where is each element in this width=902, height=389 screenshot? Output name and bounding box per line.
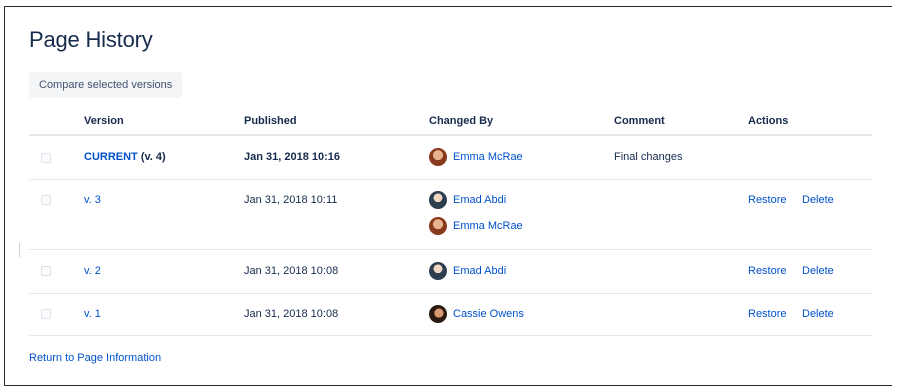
header-published: Published [244, 115, 297, 127]
version-link[interactable]: v. 3 [84, 194, 101, 206]
avatar [429, 262, 447, 280]
table-header-row: Version Published Changed By Comment Act… [29, 104, 872, 136]
user-name[interactable]: Cassie Owens [453, 308, 524, 320]
changed-by-user[interactable]: Emad Abdi [429, 190, 506, 210]
delete-link[interactable]: Delete [802, 194, 834, 206]
published-date: Jan 31, 2018 10:16 [244, 151, 341, 163]
avatar [429, 148, 447, 166]
published-date: Jan 31, 2018 10:08 [244, 308, 339, 320]
row-select-checkbox[interactable] [41, 195, 51, 205]
header-version: Version [84, 115, 124, 127]
table-row: v. 2 Jan 31, 2018 10:08 Emad Abdi Restor… [29, 250, 872, 294]
table-row: v. 3 Jan 31, 2018 10:11 Emad Abdi Emma M… [29, 180, 872, 250]
page-history-table: Version Published Changed By Comment Act… [29, 104, 872, 336]
edge-marker [19, 243, 20, 257]
row-select-checkbox[interactable] [41, 309, 51, 319]
return-to-page-information-link[interactable]: Return to Page Information [29, 352, 161, 364]
current-version-link[interactable]: CURRENT [84, 151, 138, 163]
comment-text: Final changes [614, 151, 683, 163]
changed-by-user[interactable]: Cassie Owens [429, 304, 524, 324]
compare-selected-versions-button[interactable]: Compare selected versions [29, 72, 183, 98]
table-row: v. 1 Jan 31, 2018 10:08 Cassie Owens Res… [29, 294, 872, 336]
header-actions: Actions [748, 115, 789, 127]
changed-by-user[interactable]: Emma McRae [429, 216, 523, 236]
restore-link[interactable]: Restore [748, 308, 787, 320]
page-title: Page History [29, 27, 153, 52]
version-link[interactable]: v. 1 [84, 308, 101, 320]
avatar [429, 191, 447, 209]
delete-link[interactable]: Delete [802, 265, 834, 277]
row-select-checkbox[interactable] [41, 266, 51, 276]
restore-link[interactable]: Restore [748, 194, 787, 206]
avatar [429, 305, 447, 323]
version-number: (v. 4) [140, 151, 166, 163]
user-name[interactable]: Emad Abdi [453, 265, 506, 277]
restore-link[interactable]: Restore [748, 265, 787, 277]
header-changed-by: Changed By [429, 115, 494, 127]
row-select-checkbox[interactable] [41, 153, 51, 163]
header-comment: Comment [614, 115, 665, 127]
changed-by-user[interactable]: Emma McRae [429, 147, 523, 167]
published-date: Jan 31, 2018 10:11 [244, 194, 338, 206]
table-row: CURRENT (v. 4) Jan 31, 2018 10:16 Emma M… [29, 136, 872, 180]
user-name[interactable]: Emma McRae [453, 151, 523, 163]
delete-link[interactable]: Delete [802, 308, 834, 320]
user-name[interactable]: Emad Abdi [453, 194, 506, 206]
published-date: Jan 31, 2018 10:08 [244, 265, 339, 277]
changed-by-user[interactable]: Emad Abdi [429, 261, 506, 281]
version-link[interactable]: v. 2 [84, 265, 101, 277]
version-cell: CURRENT (v. 4) [84, 151, 166, 163]
avatar [429, 217, 447, 235]
user-name[interactable]: Emma McRae [453, 220, 523, 232]
